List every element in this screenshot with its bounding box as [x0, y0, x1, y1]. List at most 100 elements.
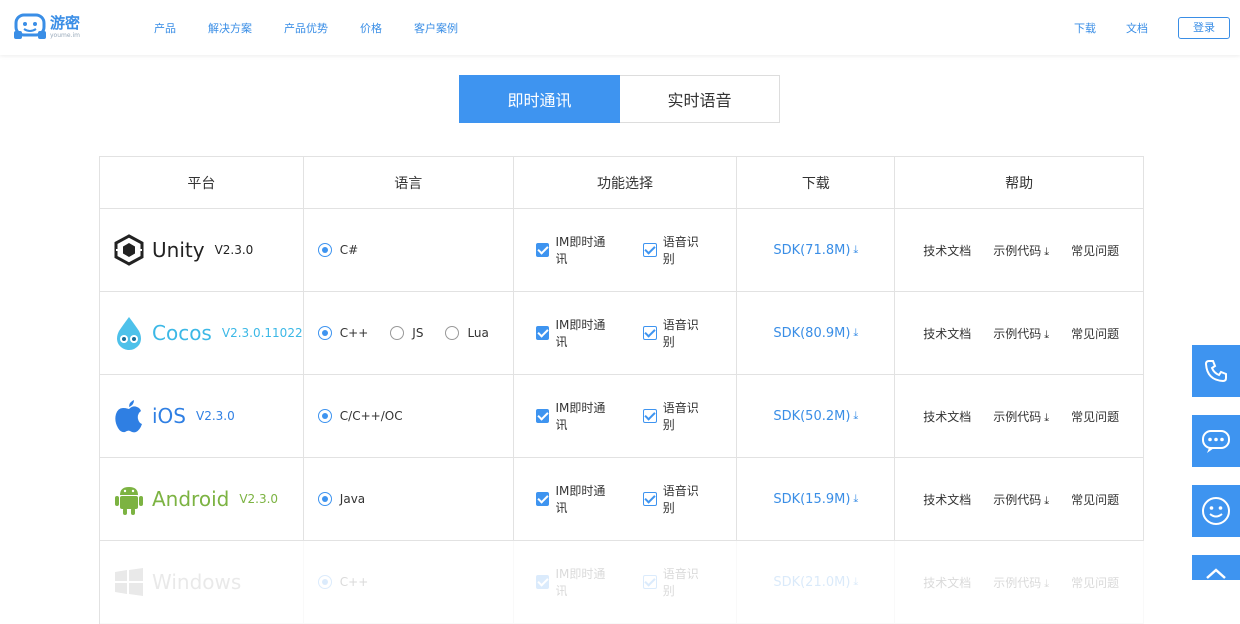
language-cell: C++ JS Lua	[303, 292, 514, 375]
faq-link[interactable]: 常见问题	[1071, 408, 1119, 425]
checkbox-checked[interactable]	[642, 409, 657, 423]
faq-link[interactable]: 常见问题	[1071, 574, 1119, 591]
sdk-download-link[interactable]: SDK(80.9M) ⤓	[737, 292, 896, 375]
nav-docs[interactable]: 文档	[1126, 20, 1148, 36]
feedback-button[interactable]	[1192, 485, 1240, 537]
radio-button[interactable]	[317, 492, 332, 506]
platform-cell: Cocos V2.3.0.11022	[100, 292, 304, 375]
language-option[interactable]: Java	[317, 492, 365, 506]
sample-code-label: 示例代码	[993, 575, 1042, 590]
sdk-download-link[interactable]: SDK(71.8M) ⤓	[737, 209, 896, 292]
platform-version: V2.3.0	[214, 243, 254, 257]
feature-im[interactable]: IM即时通讯	[535, 233, 617, 267]
platform-name: Unity	[152, 238, 205, 262]
download-icon: ⤓	[853, 492, 859, 505]
cocos-icon	[112, 316, 146, 350]
radio-button[interactable]	[317, 575, 332, 589]
sample-code-link[interactable]: 示例代码 ⤓	[993, 574, 1049, 591]
sample-code-link[interactable]: 示例代码 ⤓	[993, 408, 1049, 425]
nav-products[interactable]: 产品	[154, 20, 176, 36]
chat-button[interactable]	[1192, 415, 1240, 467]
checkbox-checked[interactable]	[642, 243, 657, 257]
checkbox-checked[interactable]	[535, 243, 550, 257]
nav-cases[interactable]: 客户案例	[414, 20, 458, 36]
download-icon: ⤓	[853, 409, 859, 422]
login-button[interactable]: 登录	[1178, 16, 1230, 39]
radio-button[interactable]	[317, 409, 332, 423]
language-label: C++	[339, 575, 369, 589]
phone-button[interactable]	[1192, 345, 1240, 397]
nav-solutions[interactable]: 解决方案	[208, 20, 252, 36]
tech-docs-link[interactable]: 技术文档	[923, 325, 971, 342]
back-to-top-button[interactable]	[1192, 555, 1240, 580]
tech-docs-link[interactable]: 技术文档	[923, 408, 971, 425]
platform-cell: Windows	[100, 541, 304, 624]
logo-subtext: youme.im	[50, 31, 80, 39]
faq-link[interactable]: 常见问题	[1071, 242, 1119, 259]
language-option[interactable]: C/C++/OC	[317, 409, 403, 423]
faq-link[interactable]: 常见问题	[1071, 325, 1119, 342]
feature-im[interactable]: IM即时通讯	[535, 399, 617, 433]
radio-button[interactable]	[390, 326, 405, 340]
sample-code-link[interactable]: 示例代码 ⤓	[993, 242, 1049, 259]
nav-pricing[interactable]: 价格	[360, 20, 382, 36]
sdk-download-link[interactable]: SDK(21.0M) ⤓	[737, 541, 896, 624]
platform-name: iOS	[152, 404, 186, 428]
platform-cell: Unity V2.3.0	[100, 209, 304, 292]
chat-icon	[1202, 430, 1230, 453]
features-cell: IM即时通讯 语音识别	[513, 541, 738, 624]
faq-link[interactable]: 常见问题	[1071, 491, 1119, 508]
nav-advantages[interactable]: 产品优势	[284, 20, 328, 36]
logo[interactable]: 游密 youme.im	[14, 10, 84, 44]
table-header-row: 平台 语言 功能选择 下载 帮助	[100, 157, 1144, 209]
tab-im[interactable]: 即时通讯	[459, 75, 620, 123]
radio-button[interactable]	[317, 326, 332, 340]
tech-docs-link[interactable]: 技术文档	[923, 242, 971, 259]
feature-voice[interactable]: 语音识别	[642, 316, 711, 350]
sdk-download-link[interactable]: SDK(50.2M) ⤓	[737, 375, 896, 458]
feature-im[interactable]: IM即时通讯	[535, 316, 617, 350]
checkbox-checked[interactable]	[535, 326, 550, 340]
checkbox-checked[interactable]	[535, 492, 550, 506]
language-option[interactable]: JS	[390, 326, 423, 340]
sample-code-link[interactable]: 示例代码 ⤓	[993, 491, 1049, 508]
feature-im[interactable]: IM即时通讯	[535, 482, 617, 516]
sdk-download-link[interactable]: SDK(15.9M) ⤓	[737, 458, 896, 541]
checkbox-checked[interactable]	[535, 409, 550, 423]
checkbox-checked[interactable]	[535, 575, 550, 589]
feature-label: 语音识别	[662, 318, 699, 349]
sdk-label: SDK(15.9M)	[773, 491, 851, 507]
language-option[interactable]: C++	[317, 575, 369, 589]
feature-label: 语音识别	[662, 401, 699, 432]
platform-name: Cocos	[152, 321, 212, 345]
unity-icon	[112, 233, 146, 267]
tech-docs-link[interactable]: 技术文档	[923, 574, 971, 591]
help-cell: 技术文档 示例代码 ⤓ 常见问题	[895, 458, 1144, 541]
feature-voice[interactable]: 语音识别	[642, 482, 711, 516]
tech-docs-link[interactable]: 技术文档	[923, 491, 971, 508]
language-option[interactable]: Lua	[445, 326, 489, 340]
up-arrow-icon	[1206, 568, 1226, 579]
feature-label: 语音识别	[662, 235, 699, 266]
checkbox-checked[interactable]	[642, 326, 657, 340]
checkbox-checked[interactable]	[642, 492, 657, 506]
radio-button[interactable]	[317, 243, 332, 257]
language-option[interactable]: C#	[317, 243, 358, 257]
nav-download[interactable]: 下载	[1074, 20, 1096, 36]
feature-voice[interactable]: 语音识别	[642, 399, 711, 433]
language-option[interactable]: C++	[317, 326, 368, 340]
tab-voice[interactable]: 实时语音	[620, 75, 780, 123]
feature-voice[interactable]: 语音识别	[642, 233, 711, 267]
feature-voice[interactable]: 语音识别	[642, 565, 711, 599]
download-icon: ⤓	[1044, 410, 1050, 424]
download-icon: ⤓	[1044, 576, 1050, 590]
features-cell: IM即时通讯 语音识别	[513, 292, 738, 375]
feature-label: 语音识别	[662, 484, 699, 515]
header-help: 帮助	[895, 157, 1144, 209]
sample-code-link[interactable]: 示例代码 ⤓	[993, 325, 1049, 342]
sdk-label: SDK(71.8M)	[773, 242, 851, 258]
checkbox-checked[interactable]	[642, 575, 657, 589]
feature-im[interactable]: IM即时通讯	[535, 565, 617, 599]
radio-button[interactable]	[445, 326, 460, 340]
logo-text: 游密	[50, 13, 81, 32]
